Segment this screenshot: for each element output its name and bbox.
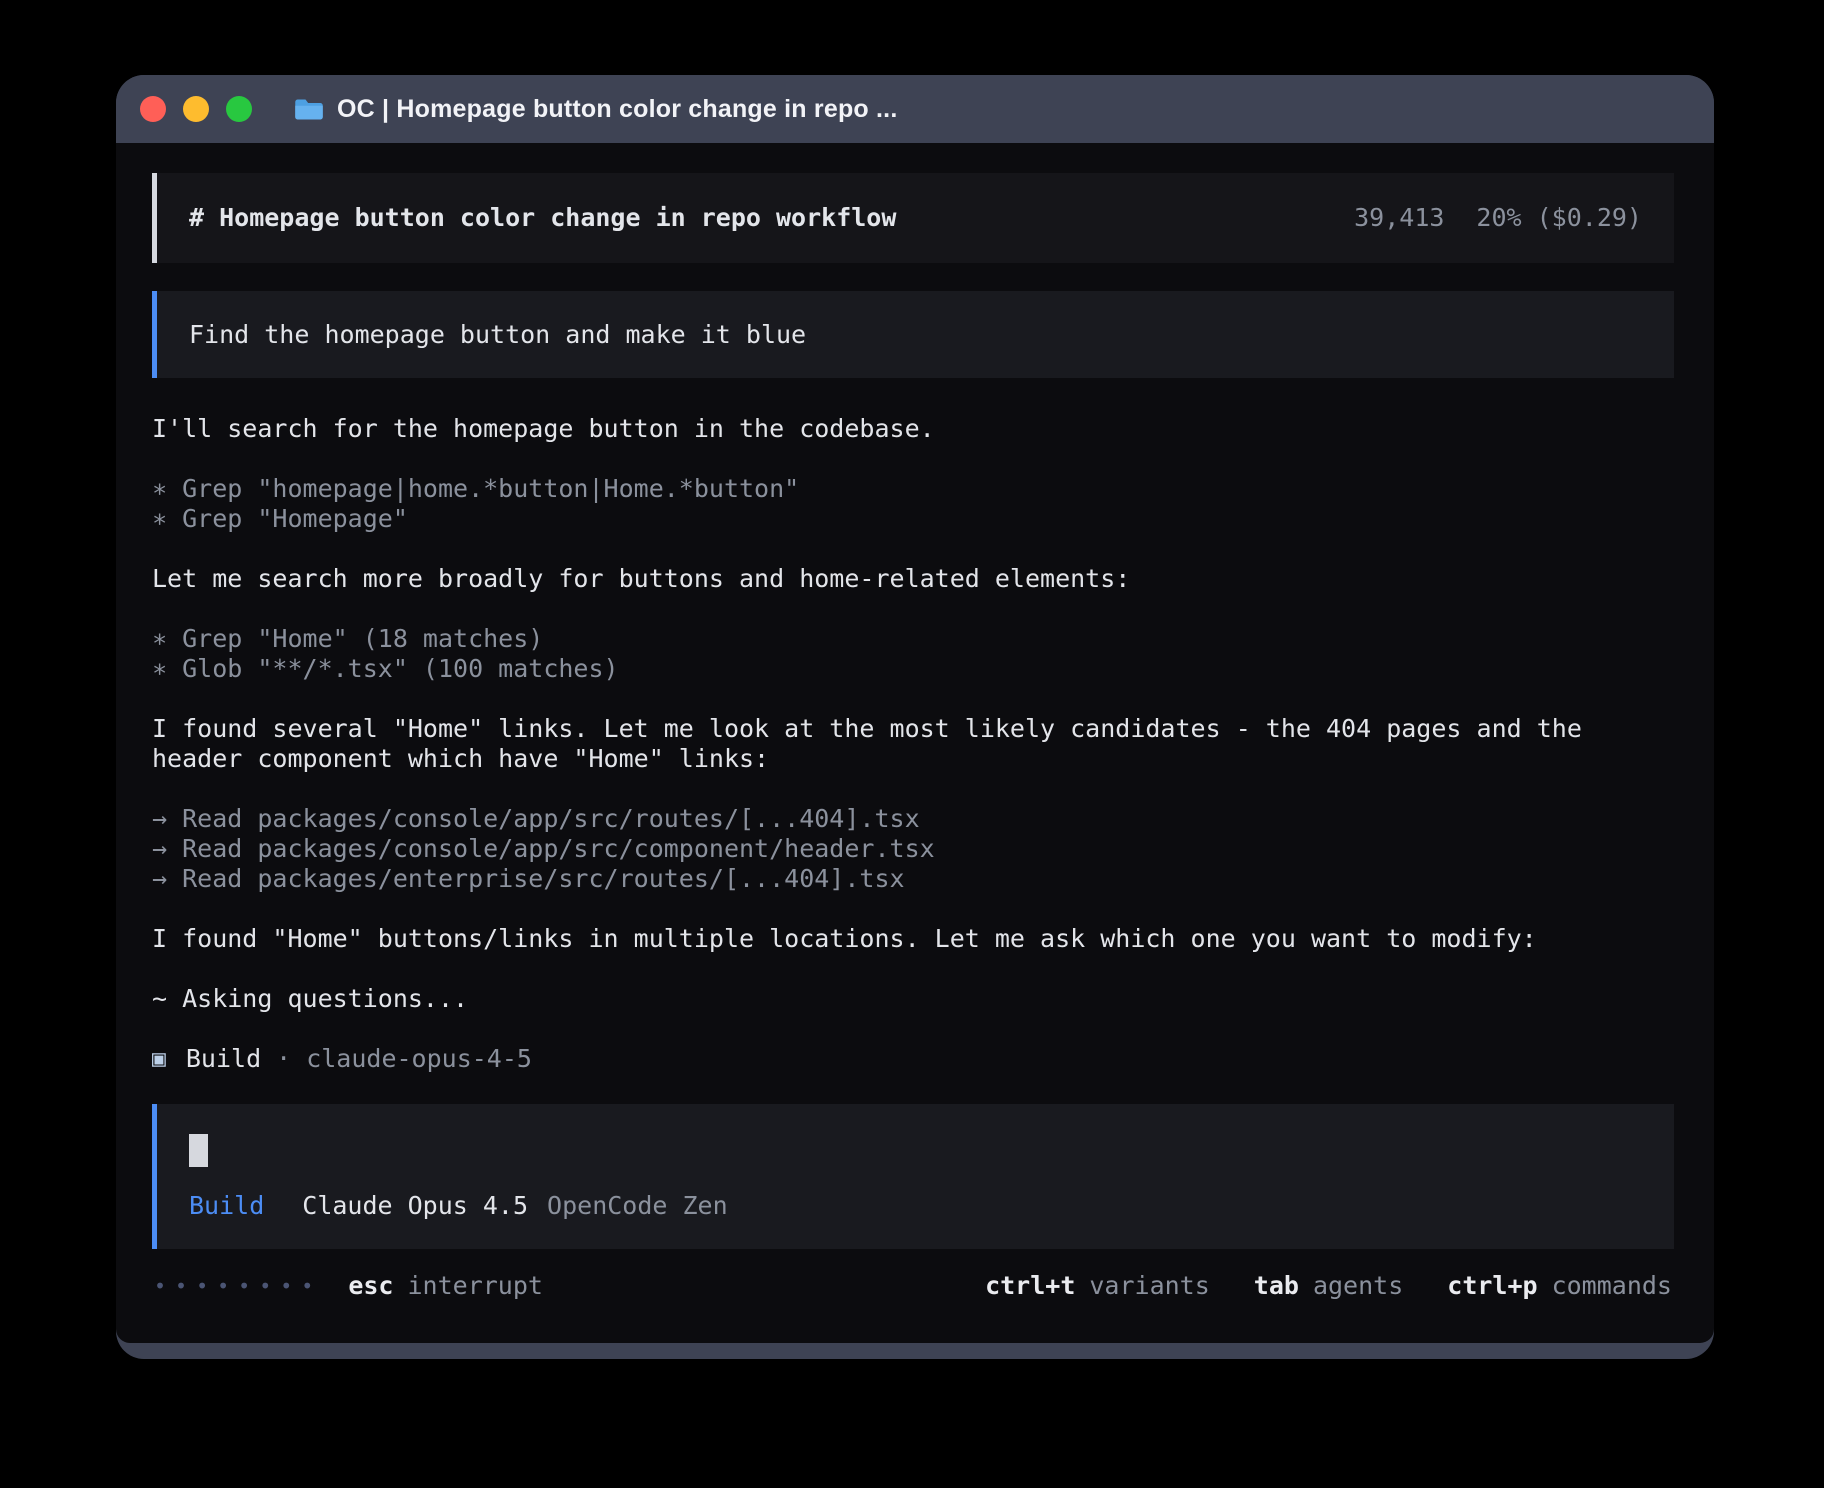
agent-name: Build: [186, 1044, 261, 1074]
text-cursor: [189, 1134, 208, 1167]
window-title: OC | Homepage button color change in rep…: [337, 95, 897, 124]
shortcut-agents[interactable]: tab agents: [1254, 1271, 1403, 1301]
user-message-text: Find the homepage button and make it blu…: [189, 320, 806, 350]
folder-icon: [294, 97, 324, 122]
session-title: # Homepage button color change in repo w…: [189, 203, 896, 233]
shortcut-label: commands: [1552, 1271, 1672, 1301]
zoom-button[interactable]: [226, 96, 252, 122]
tool-call-grep: ∗ Grep "Homepage": [152, 504, 1674, 534]
titlebar[interactable]: OC | Homepage button color change in rep…: [116, 75, 1714, 143]
tool-call-read: → Read packages/console/app/src/routes/[…: [152, 804, 1674, 834]
session-stats: 39,413 20% ($0.29): [1354, 203, 1642, 233]
shortcut-key[interactable]: ctrl+t: [985, 1271, 1075, 1301]
token-count: 39,413: [1354, 203, 1444, 233]
terminal-window: OC | Homepage button color change in rep…: [116, 75, 1714, 1359]
tool-call-grep: ∗ Grep "Home" (18 matches): [152, 624, 1674, 654]
spinner-dots: ••••••••: [154, 1271, 322, 1301]
agent-separator: ·: [276, 1044, 291, 1074]
agent-model: claude-opus-4-5: [306, 1044, 532, 1074]
model-label[interactable]: Claude Opus 4.5: [302, 1191, 528, 1221]
agent-icon: ▣: [152, 1044, 166, 1074]
status-bar-right: ctrl+t variants tab agents ctrl+p comman…: [985, 1271, 1672, 1301]
shortcut-label: agents: [1313, 1271, 1403, 1301]
shortcut-label: variants: [1089, 1271, 1209, 1301]
context-usage: 20% ($0.29): [1476, 203, 1642, 233]
title-area: OC | Homepage button color change in rep…: [294, 95, 897, 124]
tool-call-read: → Read packages/enterprise/src/routes/[.…: [152, 864, 1674, 894]
shortcut-key[interactable]: ctrl+p: [1447, 1271, 1537, 1301]
assistant-text: I found several "Home" links. Let me loo…: [152, 714, 1632, 774]
agent-mode-label[interactable]: Build: [189, 1191, 264, 1221]
session-header: # Homepage button color change in repo w…: [152, 173, 1674, 263]
provider-label: OpenCode Zen: [547, 1191, 728, 1221]
assistant-text: I found "Home" buttons/links in multiple…: [152, 924, 1674, 954]
terminal-content: # Homepage button color change in repo w…: [116, 143, 1714, 1343]
user-message: Find the homepage button and make it blu…: [152, 291, 1674, 378]
traffic-lights: [140, 96, 252, 122]
prompt-input[interactable]: Build Claude Opus 4.5 OpenCode Zen: [152, 1104, 1674, 1249]
assistant-text: I'll search for the homepage button in t…: [152, 414, 1674, 444]
esc-key[interactable]: esc: [348, 1271, 393, 1301]
asking-questions-status: ~ Asking questions...: [152, 984, 1674, 1014]
shortcut-variants[interactable]: ctrl+t variants: [985, 1271, 1210, 1301]
status-bar-left: •••••••• esc interrupt: [154, 1271, 543, 1301]
minimize-button[interactable]: [183, 96, 209, 122]
agent-status-row: ▣ Build · claude-opus-4-5: [152, 1044, 1674, 1074]
transcript: I'll search for the homepage button in t…: [152, 414, 1674, 1074]
tool-call-glob: ∗ Glob "**/*.tsx" (100 matches): [152, 654, 1674, 684]
shortcut-commands[interactable]: ctrl+p commands: [1447, 1271, 1672, 1301]
status-bar: •••••••• esc interrupt ctrl+t variants t…: [152, 1271, 1674, 1301]
tool-call-grep: ∗ Grep "homepage|home.*button|Home.*butt…: [152, 474, 1674, 504]
esc-label: interrupt: [407, 1271, 542, 1301]
tool-call-read: → Read packages/console/app/src/componen…: [152, 834, 1674, 864]
input-line[interactable]: [189, 1134, 1642, 1167]
assistant-text: Let me search more broadly for buttons a…: [152, 564, 1674, 594]
input-meta: Build Claude Opus 4.5 OpenCode Zen: [189, 1191, 1642, 1221]
shortcut-key[interactable]: tab: [1254, 1271, 1299, 1301]
close-button[interactable]: [140, 96, 166, 122]
